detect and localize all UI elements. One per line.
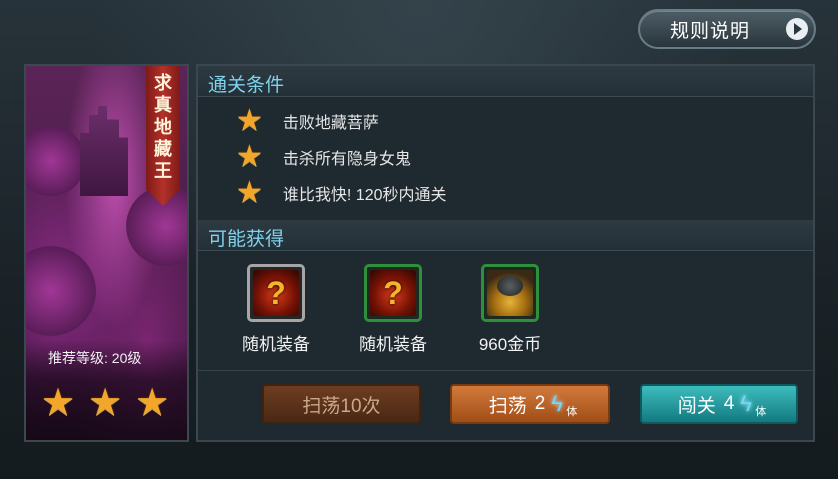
stage-name-char: 藏: [154, 139, 172, 159]
reward-frame: ?: [247, 264, 305, 322]
sweep-10-times-button[interactable]: 扫荡10次: [262, 384, 421, 424]
battle-cost: 4: [723, 393, 735, 414]
stamina-unit: 体: [566, 406, 578, 418]
stage-name-ribbon: 求 真 地 藏 王: [146, 66, 180, 206]
stamina-unit: 体: [755, 406, 767, 418]
conditions-header: 通关条件: [198, 66, 813, 97]
condition-text: 谁比我快! 120秒内通关: [282, 187, 447, 204]
stage-name-char: 求: [154, 73, 172, 93]
star-icon: ★: [88, 382, 123, 424]
condition-text: 击杀所有隐身女鬼: [282, 151, 411, 168]
sweep-label: 扫荡: [488, 395, 527, 417]
tree-decoration: [26, 126, 86, 196]
battle-button[interactable]: 闯关 4 ϟ 体: [640, 384, 798, 424]
reward-name: 960金币: [478, 335, 542, 354]
star-icon: ★: [135, 382, 170, 424]
rewards-title: 可能获得: [208, 229, 285, 250]
rules-button-label: 规则说明: [670, 20, 751, 42]
rules-button[interactable]: 规则说明: [638, 9, 816, 49]
reward-item[interactable]: ? 随机装备: [353, 264, 433, 355]
tree-decoration: [26, 246, 96, 336]
reward-item[interactable]: 960金币: [470, 264, 550, 355]
battle-label: 闯关: [677, 395, 716, 417]
condition-item: ★ 击败地藏菩萨: [236, 106, 379, 136]
gold-coins-icon: [487, 270, 533, 316]
reward-item[interactable]: ? 随机装备: [236, 264, 316, 355]
stamina-icon: ϟ 体: [551, 391, 578, 418]
stage-name-char: 真: [154, 95, 172, 115]
play-arrow-icon: [786, 18, 808, 40]
castle-illustration: [80, 106, 128, 196]
reward-name: 随机装备: [242, 335, 310, 354]
star-icon: ★: [236, 140, 263, 173]
star-icon: ★: [236, 104, 263, 137]
random-equipment-icon: ?: [370, 270, 416, 316]
star-icon: ★: [236, 176, 263, 209]
stage-name-char: 地: [154, 117, 172, 137]
reward-name: 随机装备: [359, 335, 427, 354]
stage-star-rating: ★ ★ ★: [41, 384, 169, 422]
stamina-icon: ϟ 体: [740, 391, 767, 418]
condition-item: ★ 谁比我快! 120秒内通关: [236, 178, 447, 208]
recommended-level: 推荐等级: 20级: [48, 350, 142, 366]
sweep-cost: 2: [534, 393, 546, 414]
sweep-button[interactable]: 扫荡 2 ϟ 体: [450, 384, 610, 424]
random-equipment-icon: ?: [253, 270, 299, 316]
rewards-header: 可能获得: [198, 220, 813, 251]
divider: [198, 370, 813, 371]
stage-name-char: 王: [154, 161, 172, 181]
reward-frame: ?: [364, 264, 422, 322]
stage-preview-panel: 求 真 地 藏 王 推荐等级: 20级 ★ ★ ★: [24, 64, 189, 442]
condition-text: 击败地藏菩萨: [282, 115, 379, 132]
sweep-10-label: 扫荡10次: [302, 395, 381, 417]
reward-frame: [481, 264, 539, 322]
star-icon: ★: [41, 382, 76, 424]
condition-item: ★ 击杀所有隐身女鬼: [236, 142, 411, 172]
conditions-title: 通关条件: [208, 75, 285, 96]
